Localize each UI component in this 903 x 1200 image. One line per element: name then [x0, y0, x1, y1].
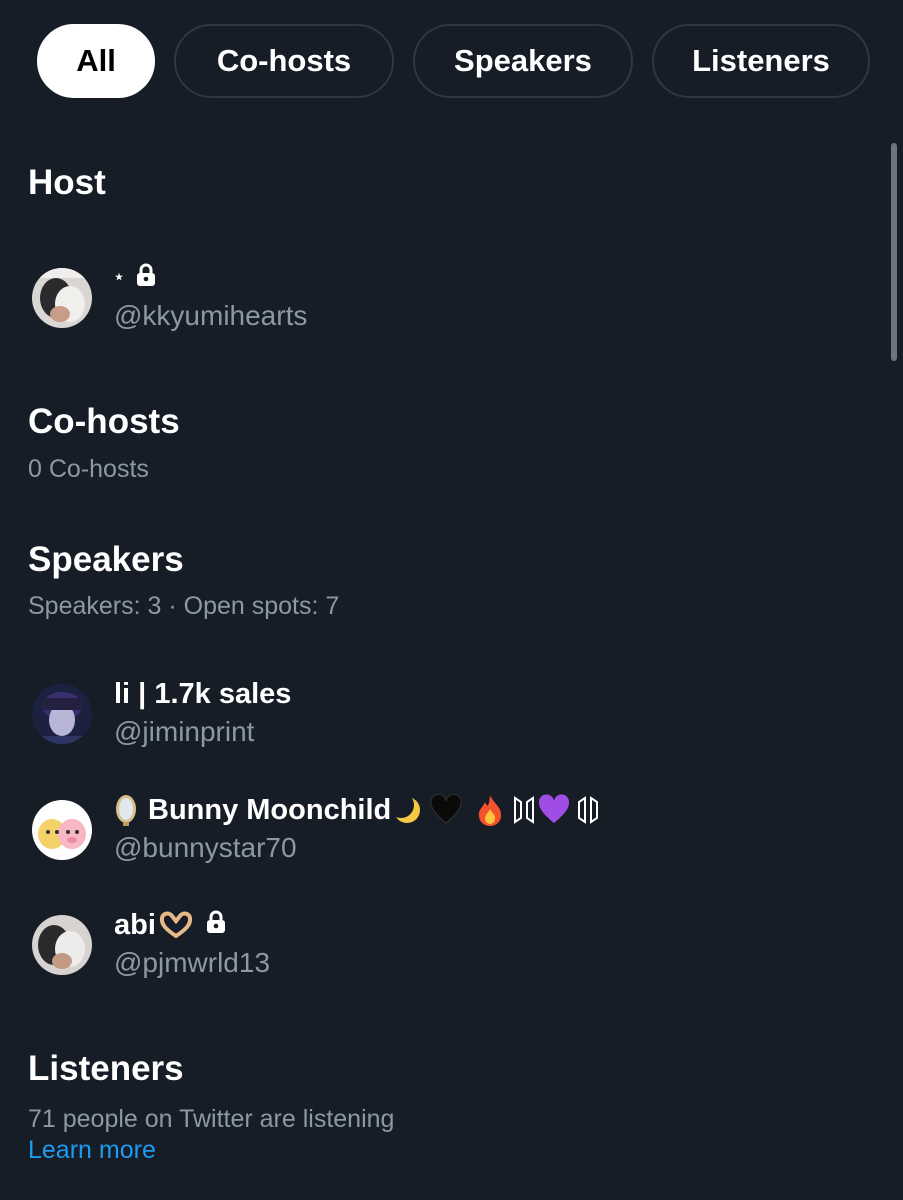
- tab-listeners[interactable]: Listeners: [652, 24, 870, 98]
- spaces-participants-screen: All Co-hosts Speakers Listeners Host ⋆ @…: [0, 0, 903, 1200]
- avatar[interactable]: [32, 915, 92, 975]
- avatar[interactable]: [32, 684, 92, 744]
- lock-icon: [206, 907, 226, 943]
- speaker-handle: @bunnystar70: [114, 832, 297, 863]
- listeners-section-title: Listeners: [28, 1049, 184, 1088]
- crescent-moon-emoji-icon: [391, 794, 423, 826]
- speaker-row[interactable]: abi @pjmwrld13: [32, 907, 270, 983]
- speaker-display-name: li | 1.7k sales: [114, 678, 292, 710]
- host-section-title: Host: [28, 163, 106, 202]
- fire-emoji-icon: [475, 793, 505, 827]
- cohosts-count: 0 Co-hosts: [28, 455, 149, 483]
- speakers-section-title: Speakers: [28, 540, 184, 579]
- avatar[interactable]: [32, 800, 92, 860]
- host-user-row[interactable]: ⋆ @kkyumihearts: [32, 260, 307, 336]
- scrollbar[interactable]: [891, 143, 897, 361]
- host-display-name: ⋆: [114, 269, 125, 286]
- bts-logo-icon: [513, 796, 535, 824]
- speaker-handle: @jiminprint: [114, 716, 255, 747]
- black-heart-emoji-icon: [429, 794, 463, 826]
- army-logo-icon: [577, 796, 599, 824]
- host-handle: @kkyumihearts: [114, 300, 308, 331]
- filter-tabs: All Co-hosts Speakers Listeners: [37, 24, 870, 98]
- lock-icon: [136, 260, 156, 296]
- learn-more-link[interactable]: Learn more: [28, 1136, 156, 1165]
- speaker-row[interactable]: Bunny Moonchild @bunnystar70: [32, 792, 599, 868]
- tab-speakers[interactable]: Speakers: [413, 24, 633, 98]
- avatar[interactable]: [32, 268, 92, 328]
- listeners-count: 71 people on Twitter are listening: [28, 1105, 395, 1133]
- tab-all[interactable]: All: [37, 24, 155, 98]
- speaker-row[interactable]: li | 1.7k sales @jiminprint: [32, 676, 291, 752]
- speakers-count: Speakers: 3 · Open spots: 7: [28, 592, 340, 620]
- cohosts-section-title: Co-hosts: [28, 402, 180, 441]
- tab-co-hosts[interactable]: Co-hosts: [174, 24, 394, 98]
- heart-hands-emoji-icon: [158, 910, 194, 940]
- speaker-display-name: abi: [114, 909, 156, 941]
- purple-heart-emoji-icon: [537, 794, 571, 826]
- mirror-emoji-icon: [114, 793, 138, 827]
- speaker-handle: @pjmwrld13: [114, 947, 271, 978]
- speaker-display-name: Bunny Moonchild: [148, 794, 392, 826]
